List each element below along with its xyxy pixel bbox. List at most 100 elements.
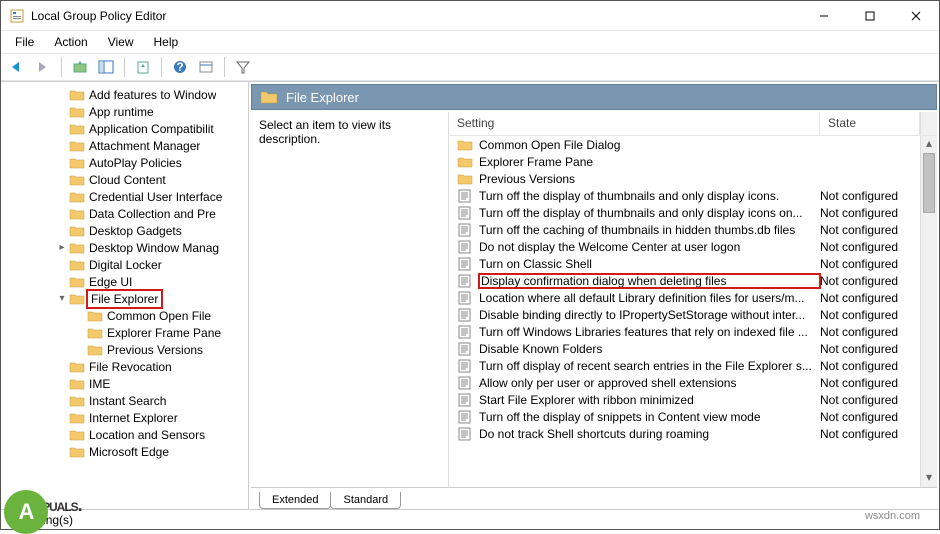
setting-policy-row[interactable]: Turn off the display of thumbnails and o… (449, 187, 920, 204)
export-button[interactable] (131, 55, 155, 79)
tab-standard[interactable]: Standard (330, 492, 401, 509)
tree-item-label: Digital Locker (89, 258, 162, 272)
tab-extended[interactable]: Extended (259, 492, 331, 509)
tree-item[interactable]: Desktop Gadgets (1, 222, 248, 239)
setting-policy-row[interactable]: Turn off display of recent search entrie… (449, 357, 920, 374)
tree-item-label: Attachment Manager (89, 139, 200, 153)
tree-item-label: Microsoft Edge (89, 445, 169, 459)
setting-policy-row[interactable]: Disable binding directly to IPropertySet… (449, 306, 920, 323)
tree-item-label: Location and Sensors (89, 428, 205, 442)
tree-item[interactable]: Data Collection and Pre (1, 205, 248, 222)
column-state[interactable]: State (820, 112, 920, 135)
tree-item-label: Application Compatibilit (89, 122, 214, 136)
column-setting[interactable]: Setting (449, 112, 820, 135)
setting-policy-row[interactable]: Do not display the Welcome Center at use… (449, 238, 920, 255)
tree-item[interactable]: Application Compatibilit (1, 120, 248, 137)
tree-item[interactable]: ▾ File Explorer (1, 290, 248, 307)
watermark: wsxdn.com (865, 510, 920, 522)
setting-folder-row[interactable]: Previous Versions (449, 170, 920, 187)
tree-item[interactable]: Attachment Manager (1, 137, 248, 154)
folder-icon (69, 224, 85, 238)
expand-icon[interactable]: ▾ (55, 293, 69, 304)
help-button[interactable]: ? (168, 55, 192, 79)
tree-item-label: File Explorer (89, 292, 160, 306)
setting-state: Not configured (820, 325, 920, 339)
setting-policy-row[interactable]: Start File Explorer with ribbon minimize… (449, 391, 920, 408)
list-body[interactable]: Common Open File DialogExplorer Frame Pa… (449, 136, 920, 487)
policy-icon (457, 359, 473, 373)
tree-panel[interactable]: Add features to WindowApp runtime Applica… (1, 82, 249, 509)
tree-item[interactable]: Previous Versions (1, 341, 248, 358)
setting-policy-row[interactable]: Disable Known FoldersNot configured (449, 340, 920, 357)
tree-item[interactable]: Internet Explorer (1, 409, 248, 426)
minimize-button[interactable] (801, 1, 847, 31)
menu-view[interactable]: View (98, 33, 144, 51)
menu-action[interactable]: Action (44, 33, 97, 51)
vertical-scrollbar[interactable]: ▴ ▾ (920, 136, 937, 487)
tree-item-label: IME (89, 377, 110, 391)
maximize-button[interactable] (847, 1, 893, 31)
menu-file[interactable]: File (5, 33, 44, 51)
tree-item-label: Internet Explorer (89, 411, 178, 425)
policy-icon (457, 325, 473, 339)
scrollbar-header-spacer (920, 112, 937, 135)
setting-label: Turn off display of recent search entrie… (479, 359, 820, 373)
tree-item-label: Previous Versions (107, 343, 203, 357)
policy-icon (457, 308, 473, 322)
close-button[interactable] (893, 1, 939, 31)
setting-policy-row[interactable]: Do not track Shell shortcuts during roam… (449, 425, 920, 442)
tree-item[interactable]: AutoPlay Policies (1, 154, 248, 171)
expand-icon[interactable]: ▸ (55, 242, 69, 253)
setting-state: Not configured (820, 427, 920, 441)
policy-icon (457, 240, 473, 254)
setting-policy-row[interactable]: Turn off the display of thumbnails and o… (449, 204, 920, 221)
setting-policy-row[interactable]: Allow only per user or approved shell ex… (449, 374, 920, 391)
tree-item[interactable]: Common Open File (1, 307, 248, 324)
setting-policy-row[interactable]: Turn off the display of snippets in Cont… (449, 408, 920, 425)
tree-item[interactable]: ▸Desktop Window Manag (1, 239, 248, 256)
setting-policy-row[interactable]: Display confirmation dialog when deletin… (449, 272, 920, 289)
tree-item[interactable]: File Revocation (1, 358, 248, 375)
setting-policy-row[interactable]: Location where all default Library defin… (449, 289, 920, 306)
setting-label: Start File Explorer with ribbon minimize… (479, 393, 820, 407)
setting-state: Not configured (820, 274, 920, 288)
tree-item[interactable]: App runtime (1, 103, 248, 120)
tree-item[interactable]: Explorer Frame Pane (1, 324, 248, 341)
svg-text:?: ? (176, 60, 183, 74)
up-button[interactable] (68, 55, 92, 79)
back-button[interactable] (5, 55, 29, 79)
tree-item-label: Data Collection and Pre (89, 207, 216, 221)
forward-button[interactable] (31, 55, 55, 79)
toolbar-separator (124, 57, 125, 77)
menu-help[interactable]: Help (144, 33, 189, 51)
setting-state: Not configured (820, 376, 920, 390)
tree-item[interactable]: Microsoft Edge (1, 443, 248, 460)
setting-policy-row[interactable]: Turn on Classic ShellNot configured (449, 255, 920, 272)
setting-folder-row[interactable]: Common Open File Dialog (449, 136, 920, 153)
setting-label: Turn off the display of thumbnails and o… (479, 189, 820, 203)
toolbar-separator (161, 57, 162, 77)
setting-folder-row[interactable]: Explorer Frame Pane (449, 153, 920, 170)
tree-item[interactable]: Credential User Interface (1, 188, 248, 205)
tree-item[interactable]: Edge UI (1, 273, 248, 290)
properties-button[interactable] (194, 55, 218, 79)
policy-icon (457, 274, 473, 288)
setting-label: Location where all default Library defin… (479, 291, 820, 305)
setting-policy-row[interactable]: Turn off the caching of thumbnails in hi… (449, 221, 920, 238)
folder-icon (69, 377, 85, 391)
tree-item[interactable]: Digital Locker (1, 256, 248, 273)
show-hide-tree-button[interactable] (94, 55, 118, 79)
folder-icon (87, 326, 103, 340)
tree-item[interactable]: IME (1, 375, 248, 392)
setting-label: Common Open File Dialog (479, 138, 820, 152)
tree-item[interactable]: Location and Sensors (1, 426, 248, 443)
tree-item[interactable]: Cloud Content (1, 171, 248, 188)
tree-item[interactable]: Instant Search (1, 392, 248, 409)
policy-icon (457, 189, 473, 203)
tree-item[interactable]: Add features to Window (1, 86, 248, 103)
policy-icon (457, 427, 473, 441)
setting-label: Do not display the Welcome Center at use… (479, 240, 820, 254)
setting-policy-row[interactable]: Turn off Windows Libraries features that… (449, 323, 920, 340)
setting-label: Previous Versions (479, 172, 820, 186)
filter-button[interactable] (231, 55, 255, 79)
